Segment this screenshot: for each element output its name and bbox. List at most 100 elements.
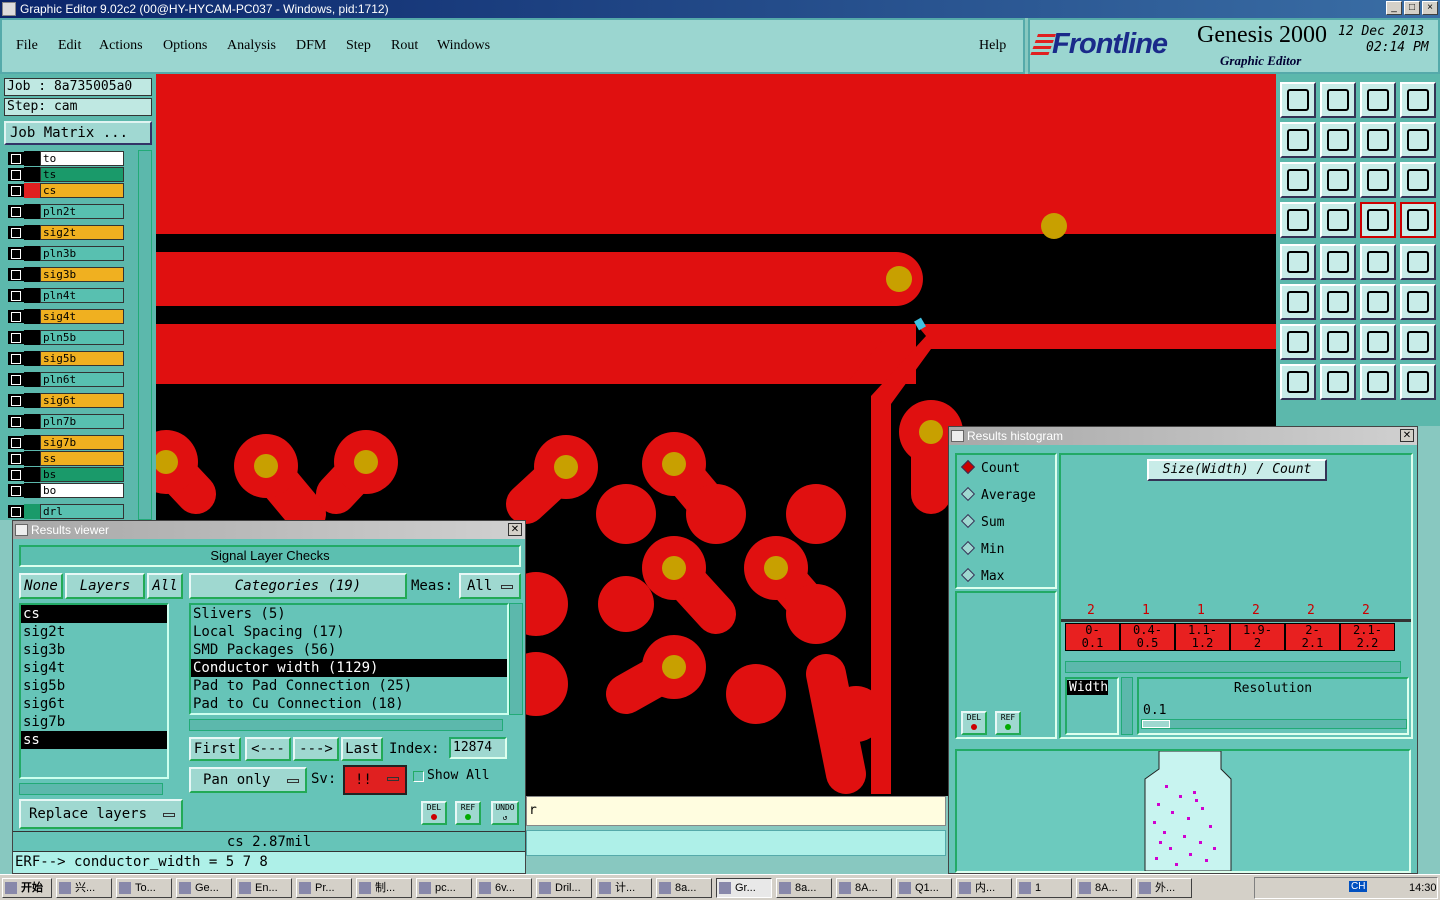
minimize-button[interactable]: _ [1386, 1, 1402, 15]
snap-tool-button[interactable] [1360, 202, 1396, 238]
layer-name[interactable]: sig5b [40, 351, 124, 366]
layer-row-sig5b[interactable]: sig5b [8, 351, 124, 366]
histogram-bin[interactable]: 0.4- 0.5 [1120, 623, 1175, 651]
histogram-bin[interactable]: 1.9- 2 [1230, 623, 1285, 651]
job-matrix-button[interactable]: Job Matrix ... [4, 121, 152, 145]
layer-checkbox[interactable] [8, 373, 24, 386]
category-item[interactable]: Pad to Cu Connection (18) [191, 695, 507, 713]
layer-color-swatch[interactable] [24, 246, 40, 261]
taskbar-item[interactable]: To... [116, 878, 172, 898]
severity-dropdown[interactable]: !! [343, 765, 407, 795]
layer-color-swatch[interactable] [24, 451, 40, 466]
layer-row-sig7b[interactable]: sig7b [8, 435, 124, 450]
layer-row-bo[interactable]: bo [8, 483, 124, 498]
snap-off-tool-button[interactable] [1400, 202, 1436, 238]
layer-row-cs[interactable]: cs [8, 183, 124, 198]
layer-color-swatch[interactable] [24, 414, 40, 429]
layer-row-pln2t[interactable]: pln2t [8, 204, 124, 219]
result-layer-item[interactable]: sig6t [21, 695, 167, 713]
taskbar-item[interactable]: Q1... [896, 878, 952, 898]
layer-scrollbar[interactable] [138, 150, 152, 520]
layer-name[interactable]: pln5b [40, 330, 124, 345]
histogram-bin[interactable]: 2- 2.1 [1285, 623, 1340, 651]
menu-file[interactable]: File [16, 38, 38, 54]
result-layer-item[interactable]: sig5b [21, 677, 167, 695]
select-tool-button[interactable] [1280, 364, 1316, 400]
taskbar-item[interactable]: En... [236, 878, 292, 898]
histogram-bin[interactable]: 1.1- 1.2 [1175, 623, 1230, 651]
zoom-in-tool-button[interactable] [1320, 82, 1356, 118]
layer-name[interactable]: pln3b [40, 246, 124, 261]
close-button[interactable]: × [1422, 1, 1438, 15]
layer-color-swatch[interactable] [24, 483, 40, 498]
undo-button[interactable]: UNDO ↺ [491, 801, 519, 825]
layer-checkbox[interactable] [8, 168, 24, 181]
bar-tool-button[interactable] [1320, 364, 1356, 400]
layer-color-swatch[interactable] [24, 288, 40, 303]
layer-checkbox[interactable] [8, 331, 24, 344]
layer-color-swatch[interactable] [24, 225, 40, 240]
metric-width[interactable]: Width [1067, 680, 1109, 695]
slider-thumb[interactable] [1142, 720, 1170, 728]
replace-layers-dropdown[interactable]: Replace layers [19, 799, 183, 829]
zoom-all-tool-button[interactable] [1320, 162, 1356, 198]
feature-tool-button[interactable] [1400, 324, 1436, 360]
layer-checkbox[interactable] [8, 289, 24, 302]
metric-scrollbar[interactable] [1121, 677, 1133, 735]
layer-name[interactable]: ss [40, 451, 124, 466]
category-list[interactable]: Slivers (5) Local Spacing (17) SMD Package… [189, 603, 509, 715]
radio-min[interactable]: Min [960, 540, 1004, 557]
taskbar-item[interactable]: 内... [956, 878, 1012, 898]
layer-name[interactable]: bo [40, 483, 124, 498]
pan-left-tool-button[interactable] [1280, 122, 1316, 158]
layer-color-swatch[interactable] [24, 372, 40, 387]
layer-name[interactable]: drl [40, 504, 124, 519]
none-button[interactable]: None [19, 573, 63, 599]
menu-options[interactable]: Options [163, 38, 207, 54]
menu-rout[interactable]: Rout [391, 38, 418, 54]
grid-tool-button[interactable] [1320, 202, 1356, 238]
category-item[interactable]: Pad to Pad Connection (25) [191, 677, 507, 695]
taskbar-item[interactable]: 8A... [836, 878, 892, 898]
circle-tool-button[interactable] [1400, 244, 1436, 280]
layer-checkbox[interactable] [8, 415, 24, 428]
scale-one-tool-button[interactable] [1360, 162, 1396, 198]
layer-row-pln3b[interactable]: pln3b [8, 246, 124, 261]
settings-tool-button[interactable] [1280, 202, 1316, 238]
zoom-fit-tool-button[interactable] [1360, 122, 1396, 158]
taskbar-item[interactable]: 外... [1136, 878, 1192, 898]
first-button[interactable]: First [189, 737, 241, 761]
layer-checkbox[interactable] [8, 352, 24, 365]
category-item[interactable]: Slivers (5) [191, 605, 507, 623]
layer-color-swatch[interactable] [24, 393, 40, 408]
window-tool-button[interactable] [1400, 82, 1436, 118]
layer-name[interactable]: bs [40, 467, 124, 482]
taskbar-item[interactable]: 1 [1016, 878, 1072, 898]
layer-color-swatch[interactable] [24, 183, 40, 198]
menu-edit[interactable]: Edit [58, 38, 81, 54]
layer-color-swatch[interactable] [24, 167, 40, 182]
layer-checkbox[interactable] [8, 226, 24, 239]
histogram-bin[interactable]: 0- 0.1 [1065, 623, 1120, 651]
pad-tool-button[interactable] [1280, 244, 1316, 280]
radio-max[interactable]: Max [960, 567, 1004, 584]
polygon-tool-button[interactable] [1320, 244, 1356, 280]
layer-name[interactable]: sig7b [40, 435, 124, 450]
hist-del-button[interactable]: DEL [961, 711, 987, 735]
taskbar-item[interactable]: pc... [416, 878, 472, 898]
menu-analysis[interactable]: Analysis [227, 38, 276, 54]
layer-name[interactable]: sig2t [40, 225, 124, 240]
layer-name[interactable]: pln4t [40, 288, 124, 303]
close-icon[interactable]: ✕ [508, 523, 522, 536]
layers-button[interactable]: Layers [65, 573, 145, 599]
layer-checkbox[interactable] [8, 310, 24, 323]
taskbar-item[interactable]: Gr... [716, 878, 772, 898]
category-item[interactable]: SMD Packages (56) [191, 641, 507, 659]
category-scrollbar[interactable] [509, 603, 523, 715]
layer-name[interactable]: sig4t [40, 309, 124, 324]
point-tool-button[interactable] [1400, 284, 1436, 320]
layer-color-swatch[interactable] [24, 151, 40, 166]
home-tool-button[interactable] [1360, 82, 1396, 118]
start-button[interactable]: 开始 [2, 878, 52, 898]
resolution-slider[interactable] [1141, 719, 1407, 729]
